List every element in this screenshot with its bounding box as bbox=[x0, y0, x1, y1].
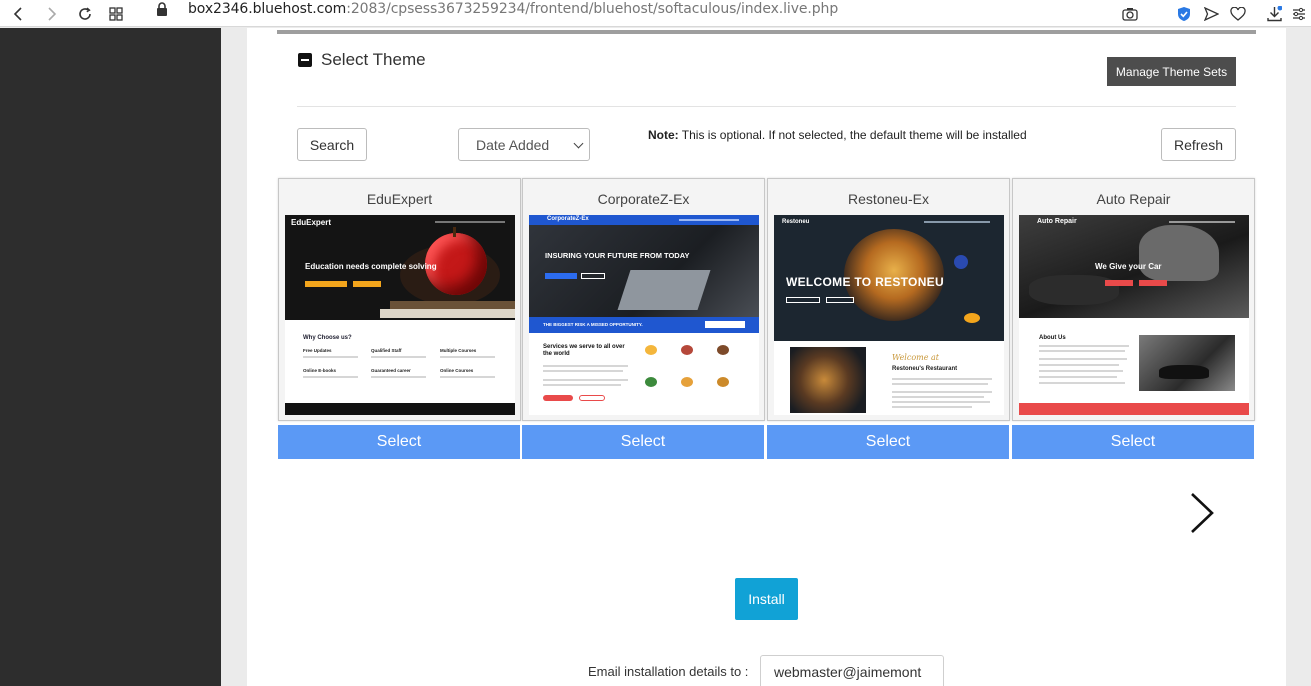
next-arrow-icon[interactable] bbox=[1182, 491, 1222, 535]
theme-name: Restoneu-Ex bbox=[848, 191, 929, 207]
shield-icon[interactable] bbox=[1172, 0, 1196, 27]
divider bbox=[297, 106, 1236, 107]
reload-icon[interactable] bbox=[73, 0, 97, 27]
theme-name: EduExpert bbox=[366, 191, 433, 207]
download-icon[interactable] bbox=[1262, 0, 1286, 27]
theme-preview-image[interactable]: CorporateZ-Ex INSURING YOUR FUTURE FROM … bbox=[529, 215, 759, 415]
preview-heading: About Us bbox=[1039, 335, 1066, 341]
lock-icon bbox=[156, 2, 168, 21]
chevron-down-icon bbox=[573, 138, 584, 149]
sort-select[interactable]: Date Added bbox=[458, 128, 590, 161]
panel-top-border bbox=[277, 30, 1256, 34]
preview-hero: Education needs complete solving bbox=[305, 262, 437, 271]
forward-icon[interactable] bbox=[40, 0, 64, 27]
theme-card-eduexpert[interactable]: EduExpert EduExpert Education needs comp… bbox=[278, 178, 521, 421]
heart-icon[interactable] bbox=[1226, 0, 1250, 27]
note-label: Note: bbox=[648, 128, 679, 142]
preview-brand: Restoneu bbox=[782, 219, 810, 225]
preview-brand: CorporateZ-Ex bbox=[547, 216, 589, 222]
search-button[interactable]: Search bbox=[297, 128, 367, 161]
theme-card-corporatez-ex[interactable]: CorporateZ-Ex CorporateZ-Ex INSURING YOU… bbox=[522, 178, 765, 421]
address-bar[interactable]: box2346.bluehost.com:2083/cpsess36732592… bbox=[188, 0, 838, 20]
preview-feature: Qualified Staff bbox=[371, 348, 402, 353]
theme-name: CorporateZ-Ex bbox=[597, 191, 690, 207]
preview-brand: Auto Repair bbox=[1037, 218, 1077, 225]
url-host: box2346.bluehost.com bbox=[188, 1, 347, 17]
preview-feature: Multiple Courses bbox=[440, 348, 477, 353]
preview-heading: Restoneu's Restaurant bbox=[892, 366, 958, 372]
select-theme-button[interactable]: Select bbox=[1012, 425, 1254, 459]
manage-theme-sets-button[interactable]: Manage Theme Sets bbox=[1107, 57, 1236, 86]
note-text: This is optional. If not selected, the d… bbox=[681, 128, 1027, 142]
theme-panel: Select Theme Manage Theme Sets Search Da… bbox=[247, 28, 1286, 686]
browser-toolbar: box2346.bluehost.com:2083/cpsess36732592… bbox=[0, 0, 1311, 27]
preview-brand: EduExpert bbox=[291, 218, 332, 227]
tabs-grid-icon[interactable] bbox=[104, 0, 128, 27]
preview-hero: WELCOME TO RESTONEU bbox=[786, 275, 944, 289]
select-theme-button[interactable]: Select bbox=[278, 425, 520, 459]
preview-hero: We Give your Car bbox=[1095, 262, 1162, 271]
camera-icon[interactable] bbox=[1118, 0, 1142, 27]
section-title: Select Theme bbox=[321, 50, 426, 69]
url-path: :2083/cpsess3673259234/frontend/bluehost… bbox=[346, 1, 839, 17]
preview-banner: THE BIGGEST RISK A MISSED OPPORTUNITY. bbox=[543, 322, 643, 327]
theme-preview-image[interactable]: EduExpert Education needs complete solvi… bbox=[285, 215, 515, 415]
email-input[interactable]: webmaster@jaimemont bbox=[760, 655, 944, 686]
preview-heading: Services we serve to all over the world bbox=[543, 344, 625, 357]
section-header[interactable]: Select Theme bbox=[298, 50, 426, 70]
send-icon[interactable] bbox=[1199, 0, 1223, 27]
preview-feature: Free Updates bbox=[303, 348, 332, 353]
sort-select-value: Date Added bbox=[476, 136, 550, 153]
dark-sidebar bbox=[0, 28, 221, 686]
refresh-button[interactable]: Refresh bbox=[1161, 128, 1236, 161]
email-label: Email installation details to : bbox=[588, 664, 749, 679]
theme-card-restoneu-ex[interactable]: Restoneu-Ex Restoneu WELCOME TO RESTONEU… bbox=[767, 178, 1010, 421]
collapse-minus-icon[interactable] bbox=[298, 53, 312, 67]
settings-sliders-icon[interactable] bbox=[1289, 0, 1309, 27]
theme-preview-image[interactable]: Auto Repair We Give your Car About Us bbox=[1019, 215, 1249, 415]
preview-feature: Guaranteed career bbox=[371, 368, 411, 373]
optional-note: Note: This is optional. If not selected,… bbox=[648, 128, 1027, 142]
preview-feature: Online E-books bbox=[303, 368, 337, 373]
back-icon[interactable] bbox=[6, 0, 30, 27]
theme-card-auto-repair[interactable]: Auto Repair Auto Repair We Give your Car… bbox=[1012, 178, 1255, 421]
theme-name: Auto Repair bbox=[1096, 191, 1171, 207]
theme-preview-image[interactable]: Restoneu WELCOME TO RESTONEU Welcome at … bbox=[774, 215, 1004, 415]
preview-heading: Why Choose us? bbox=[303, 335, 352, 341]
preview-script-heading: Welcome at bbox=[892, 353, 940, 362]
preview-feature: Online Courses bbox=[440, 368, 474, 373]
install-button[interactable]: Install bbox=[735, 578, 798, 620]
preview-hero: INSURING YOUR FUTURE FROM TODAY bbox=[545, 251, 690, 260]
select-theme-button[interactable]: Select bbox=[522, 425, 764, 459]
select-theme-button[interactable]: Select bbox=[767, 425, 1009, 459]
